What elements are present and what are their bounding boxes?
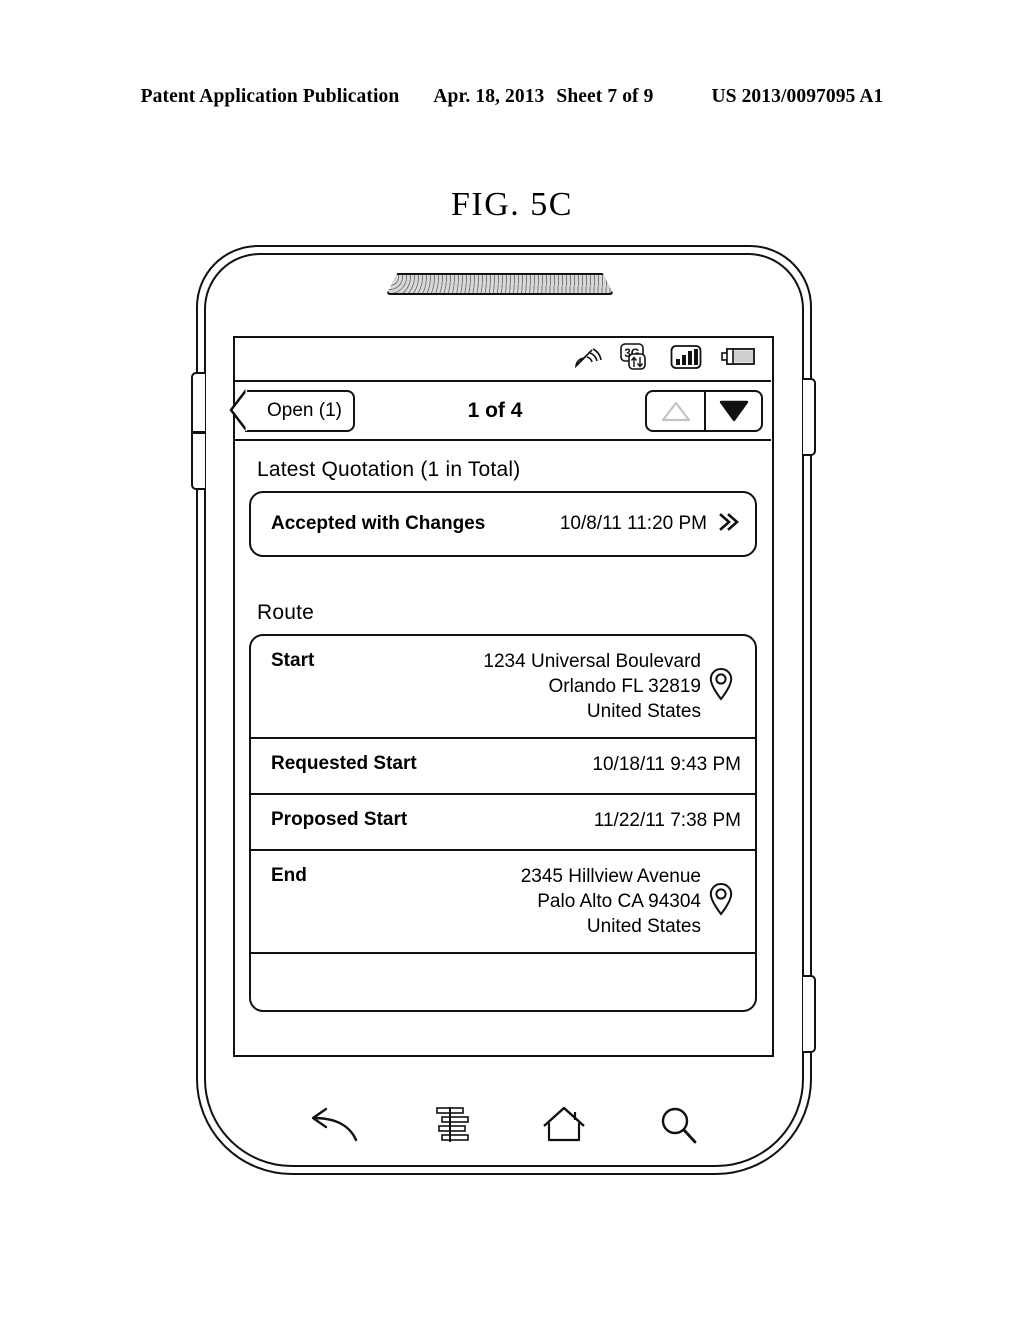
sheet-number: Sheet 7 of 9: [556, 86, 654, 107]
search-button[interactable]: [656, 1104, 700, 1148]
previous-item-arrow[interactable]: [647, 392, 704, 430]
satellite-muted-icon: [572, 343, 602, 376]
route-row-label: Requested Start: [271, 753, 417, 775]
double-chevron-right-icon: [717, 510, 741, 539]
back-chevron-icon: [229, 388, 249, 432]
page-title: 1 of 4: [467, 398, 523, 422]
quotation-status-label: Accepted with Changes: [271, 513, 486, 534]
quotation-meta: 10/8/11 11:20 PM: [560, 510, 741, 539]
battery-icon: [719, 345, 757, 374]
earpiece-speaker-grille: [386, 273, 614, 295]
home-button[interactable]: [539, 1104, 589, 1148]
patent-figure-page: Patent Application Publication Apr. 18, …: [0, 0, 1024, 1320]
item-stepper-control: [645, 389, 763, 432]
next-item-arrow[interactable]: [704, 391, 761, 430]
latest-quotation-section-label: Latest Quotation (1 in Total): [257, 458, 521, 481]
app-navigation-bar: Open (1) 1 of 4: [229, 382, 771, 439]
hardware-navigation-bar: [268, 1094, 738, 1158]
back-button-label: Open (1): [267, 399, 342, 421]
signal-bars-icon: [670, 343, 702, 376]
publication-date: Apr. 18, 2013: [433, 86, 545, 107]
route-row-label: End: [271, 865, 307, 887]
back-to-open-list-button[interactable]: Open (1): [229, 388, 355, 432]
quotation-row[interactable]: Accepted with Changes 10/8/11 11:20 PM: [251, 493, 755, 555]
status-bar: 3G: [235, 338, 771, 382]
volume-rocker-button[interactable]: [191, 372, 205, 490]
route-row-label: Proposed Start: [271, 809, 408, 831]
patent-running-header: Patent Application Publication Apr. 18, …: [0, 86, 1024, 108]
screen-bottom-edge: [474, 680, 1003, 1320]
patent-number: US 2013/0097095 A1: [711, 86, 884, 107]
data-3g-icon: 3G: [619, 342, 653, 377]
back-button[interactable]: [306, 1106, 362, 1146]
quotation-date: 10/8/11 11:20 PM: [559, 513, 707, 534]
publication-label: Patent Application Publication: [140, 86, 400, 107]
latest-quotation-card[interactable]: Accepted with Changes 10/8/11 11:20 PM: [249, 491, 757, 557]
menu-button[interactable]: [429, 1104, 471, 1148]
route-row-label: Start: [271, 650, 315, 671]
phone-screen: 3G: [229, 336, 774, 1057]
power-button[interactable]: [803, 378, 816, 456]
route-section-label: Route: [257, 601, 315, 624]
figure-title: FIG. 5C: [451, 186, 573, 223]
